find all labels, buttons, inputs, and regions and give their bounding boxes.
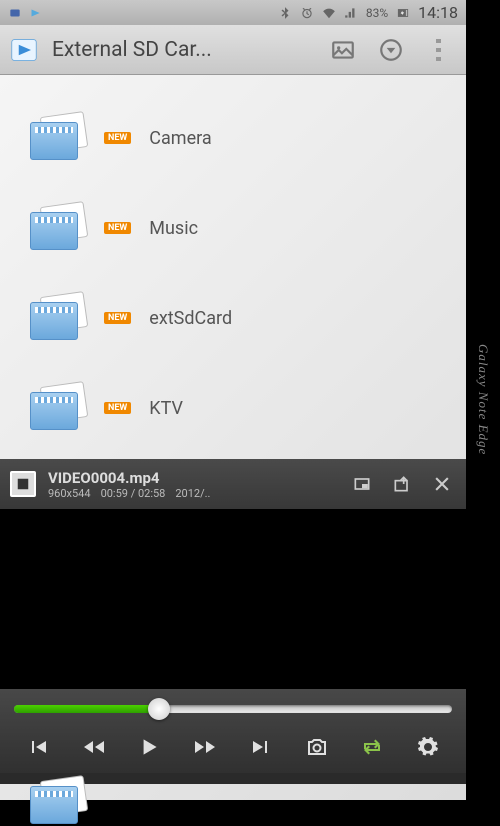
repeat-button[interactable] xyxy=(352,729,392,765)
snapshot-button[interactable] xyxy=(297,729,337,765)
seek-fill xyxy=(14,705,159,713)
signal-icon xyxy=(344,6,358,20)
app-icon xyxy=(10,36,38,64)
folder-name: KTV xyxy=(149,398,183,419)
notification-icon-2 xyxy=(28,6,42,20)
folder-item-camera[interactable]: NEW Camera xyxy=(0,93,466,183)
new-badge: NEW xyxy=(104,312,131,324)
rewind-button[interactable] xyxy=(74,729,114,765)
media-folder-icon xyxy=(30,384,86,432)
clock-text: 14:18 xyxy=(418,3,458,22)
next-button[interactable] xyxy=(241,729,281,765)
battery-text: 83% xyxy=(366,6,388,20)
close-button[interactable] xyxy=(428,470,456,498)
folder-list[interactable]: NEW Camera NEW Music NEW extSdCard NEW K… xyxy=(0,75,466,471)
folder-name: Music xyxy=(149,218,198,239)
share-button[interactable] xyxy=(388,470,416,498)
new-badge: NEW xyxy=(104,132,131,144)
video-surface[interactable] xyxy=(0,509,466,689)
previous-button[interactable] xyxy=(18,729,58,765)
video-player-panel: VIDEO0004.mp4 960x544 00:59 / 02:58 2012… xyxy=(0,459,466,784)
video-elapsed: 00:59 xyxy=(101,487,128,500)
edge-strip: Galaxy Note Edge xyxy=(466,0,500,800)
status-bar: 83% 14:18 xyxy=(0,0,466,25)
new-badge: NEW xyxy=(104,222,131,234)
folder-item-extsdcard[interactable]: NEW extSdCard xyxy=(0,273,466,363)
notification-icon-1 xyxy=(8,6,22,20)
folder-item-ktv[interactable]: NEW KTV xyxy=(0,363,466,453)
video-player-header: VIDEO0004.mp4 960x544 00:59 / 02:58 2012… xyxy=(0,459,466,509)
alarm-icon xyxy=(300,6,314,20)
video-duration: 02:58 xyxy=(138,487,165,500)
seek-thumb[interactable] xyxy=(148,698,170,720)
page-title: External SD Car... xyxy=(52,38,312,62)
battery-charging-icon xyxy=(396,6,410,20)
settings-button[interactable] xyxy=(408,729,448,765)
dropdown-button[interactable] xyxy=(374,33,408,67)
content-area: NEW Camera NEW Music NEW extSdCard NEW K… xyxy=(0,75,466,800)
video-date: 2012/.. xyxy=(175,487,210,500)
wifi-icon xyxy=(322,6,336,20)
media-folder-icon xyxy=(30,204,86,252)
folder-item-partial[interactable] xyxy=(30,778,86,826)
folder-name: Camera xyxy=(149,128,211,149)
video-resolution: 960x544 xyxy=(48,487,91,500)
video-file-icon xyxy=(10,471,36,497)
video-filename: VIDEO0004.mp4 xyxy=(48,469,336,487)
seek-bar[interactable] xyxy=(14,699,452,719)
bluetooth-icon xyxy=(278,6,292,20)
fast-forward-button[interactable] xyxy=(185,729,225,765)
popout-window-button[interactable] xyxy=(348,470,376,498)
edge-label: Galaxy Note Edge xyxy=(475,344,491,455)
play-button[interactable] xyxy=(129,729,169,765)
media-folder-icon xyxy=(30,294,86,342)
new-badge: NEW xyxy=(104,402,131,414)
gallery-button[interactable] xyxy=(326,33,360,67)
media-folder-icon xyxy=(30,114,86,162)
video-controls xyxy=(0,689,466,773)
overflow-menu-button[interactable] xyxy=(422,33,456,67)
folder-item-music[interactable]: NEW Music xyxy=(0,183,466,273)
media-folder-icon xyxy=(30,778,86,826)
folder-name: extSdCard xyxy=(149,308,232,329)
title-bar: External SD Car... xyxy=(0,25,466,75)
